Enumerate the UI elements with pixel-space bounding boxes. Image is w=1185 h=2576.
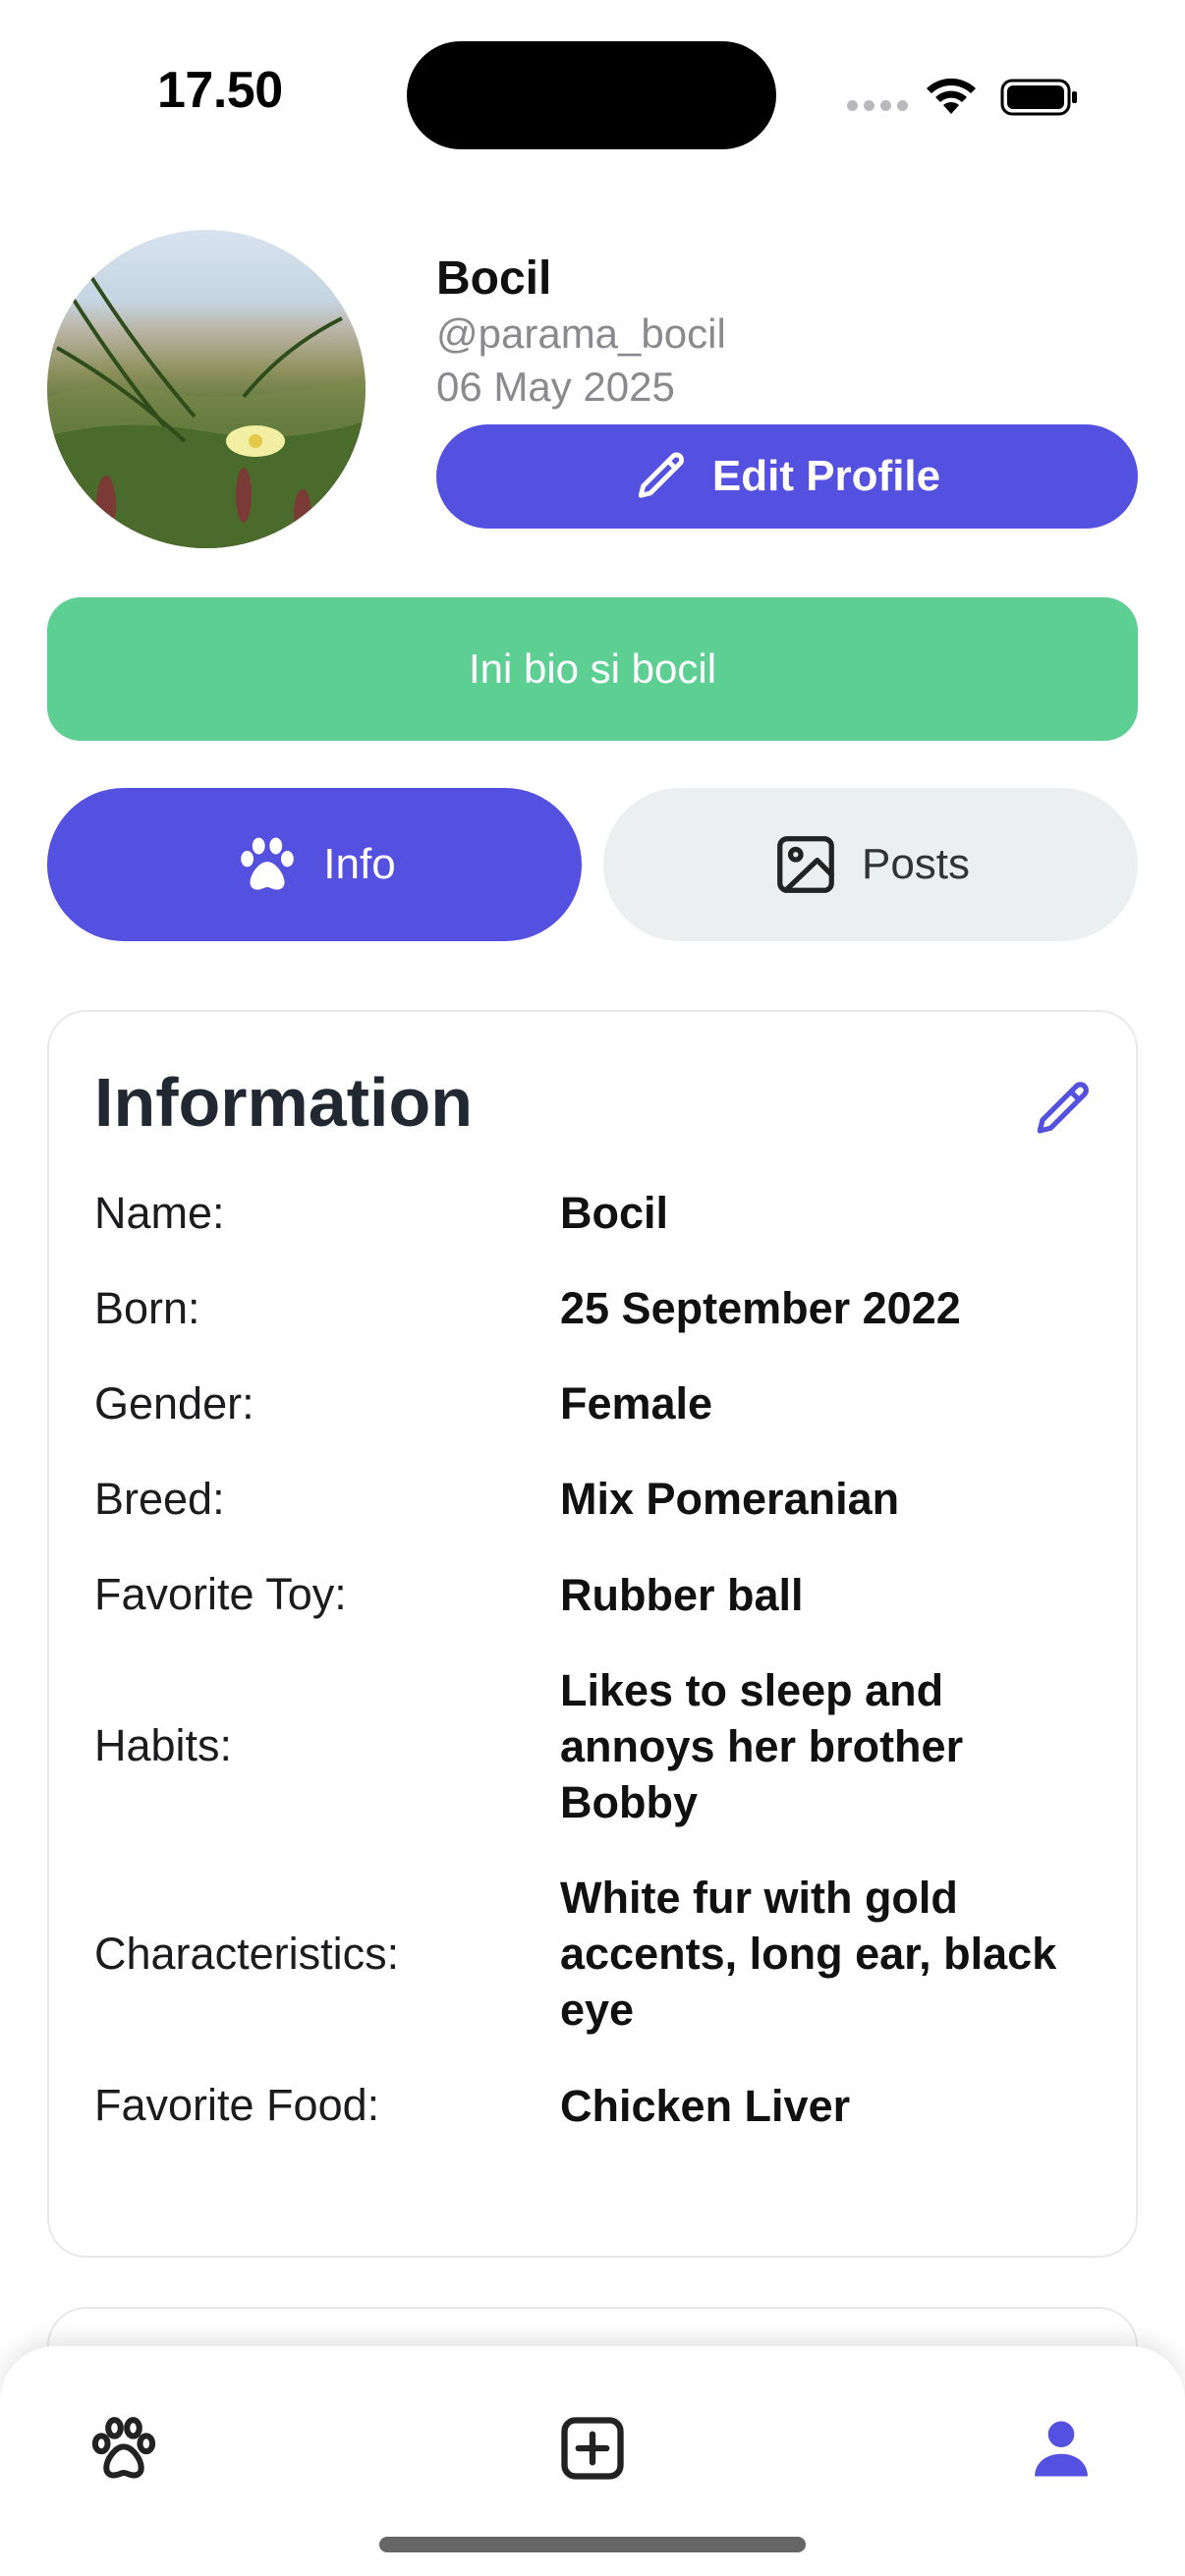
info-label: Favorite Toy: [94, 1569, 347, 1620]
profile-name: Bocil [436, 252, 552, 305]
tab-info-label: Info [323, 840, 396, 888]
info-value: Rubber ball [560, 1569, 804, 1620]
profile-handle: @parama_bocil [436, 310, 726, 357]
status-indicators [847, 71, 1083, 122]
info-label: Born: [94, 1282, 200, 1333]
tab-info[interactable]: Info [47, 788, 582, 941]
dynamic-island [407, 41, 776, 149]
bio-banner: Ini bio si bocil [47, 597, 1138, 741]
info-row-gender: Gender: Female [94, 1375, 1106, 1431]
information-rows: Name: Bocil Born: 25 September 2022 Gend… [94, 1185, 1106, 2134]
info-value: Bocil [560, 1188, 669, 1238]
info-label: Gender: [94, 1377, 254, 1428]
info-row-characteristics: Characteristics: White fur with gold acc… [94, 1870, 1106, 2038]
battery-icon [1000, 79, 1077, 116]
edit-profile-button[interactable]: Edit Profile [436, 424, 1138, 529]
nav-pets-button[interactable] [85, 2409, 163, 2488]
information-card: Information Name: Bocil Born: 25 Septemb… [47, 1010, 1138, 2258]
paw-outline-icon [91, 2417, 156, 2479]
profile-screen: 17.50 Bocil @parama_bocil 06 May 2025 Ed… [0, 0, 1185, 2576]
pencil-icon [638, 452, 684, 498]
bio-text: Ini bio si bocil [468, 645, 717, 692]
person-icon [1035, 2421, 1088, 2477]
info-row-favorite-food: Favorite Food: Chicken Liver [94, 2078, 1106, 2134]
nav-add-post-button[interactable] [553, 2409, 632, 2488]
avatar-photo [47, 267, 366, 548]
bottom-nav [0, 2346, 1185, 2576]
home-indicator[interactable] [379, 2537, 806, 2552]
image-icon [777, 836, 834, 893]
info-label: Breed: [94, 1473, 225, 1524]
nav-profile-button[interactable] [1022, 2409, 1100, 2488]
edit-profile-label: Edit Profile [711, 452, 941, 500]
info-label: Habits: [94, 1720, 233, 1771]
information-title: Information [94, 1064, 473, 1141]
info-row-born: Born: 25 September 2022 [94, 1280, 1106, 1336]
wifi-icon [927, 78, 976, 114]
profile-date: 06 May 2025 [436, 364, 675, 410]
avatar[interactable] [47, 230, 366, 548]
info-label: Characteristics: [94, 1928, 400, 1979]
info-row-habits: Habits: Likes to sleep and annoys her br… [94, 1662, 1106, 1830]
info-value: White fur with gold accents, long ear, b… [560, 1873, 1057, 2036]
info-value: Mix Pomeranian [560, 1474, 900, 1525]
edit-information-icon[interactable] [1032, 1077, 1097, 1142]
info-value: 25 September 2022 [560, 1283, 961, 1334]
info-value: Likes to sleep and annoys her brother Bo… [560, 1664, 964, 1827]
info-label: Name: [94, 1187, 225, 1238]
info-row-name: Name: Bocil [94, 1185, 1106, 1241]
info-row-breed: Breed: Mix Pomeranian [94, 1471, 1106, 1527]
info-label: Favorite Food: [94, 2080, 380, 2131]
cellular-signal-icon [847, 100, 908, 111]
tab-posts[interactable]: Posts [603, 788, 1138, 941]
paw-icon [241, 837, 295, 890]
tab-posts-label: Posts [861, 840, 971, 888]
info-value: Chicken Liver [560, 2080, 851, 2131]
add-square-icon [561, 2417, 624, 2480]
status-time: 17.50 [157, 62, 283, 119]
info-value: Female [560, 1378, 713, 1429]
info-row-favorite-toy: Favorite Toy: Rubber ball [94, 1567, 1106, 1623]
